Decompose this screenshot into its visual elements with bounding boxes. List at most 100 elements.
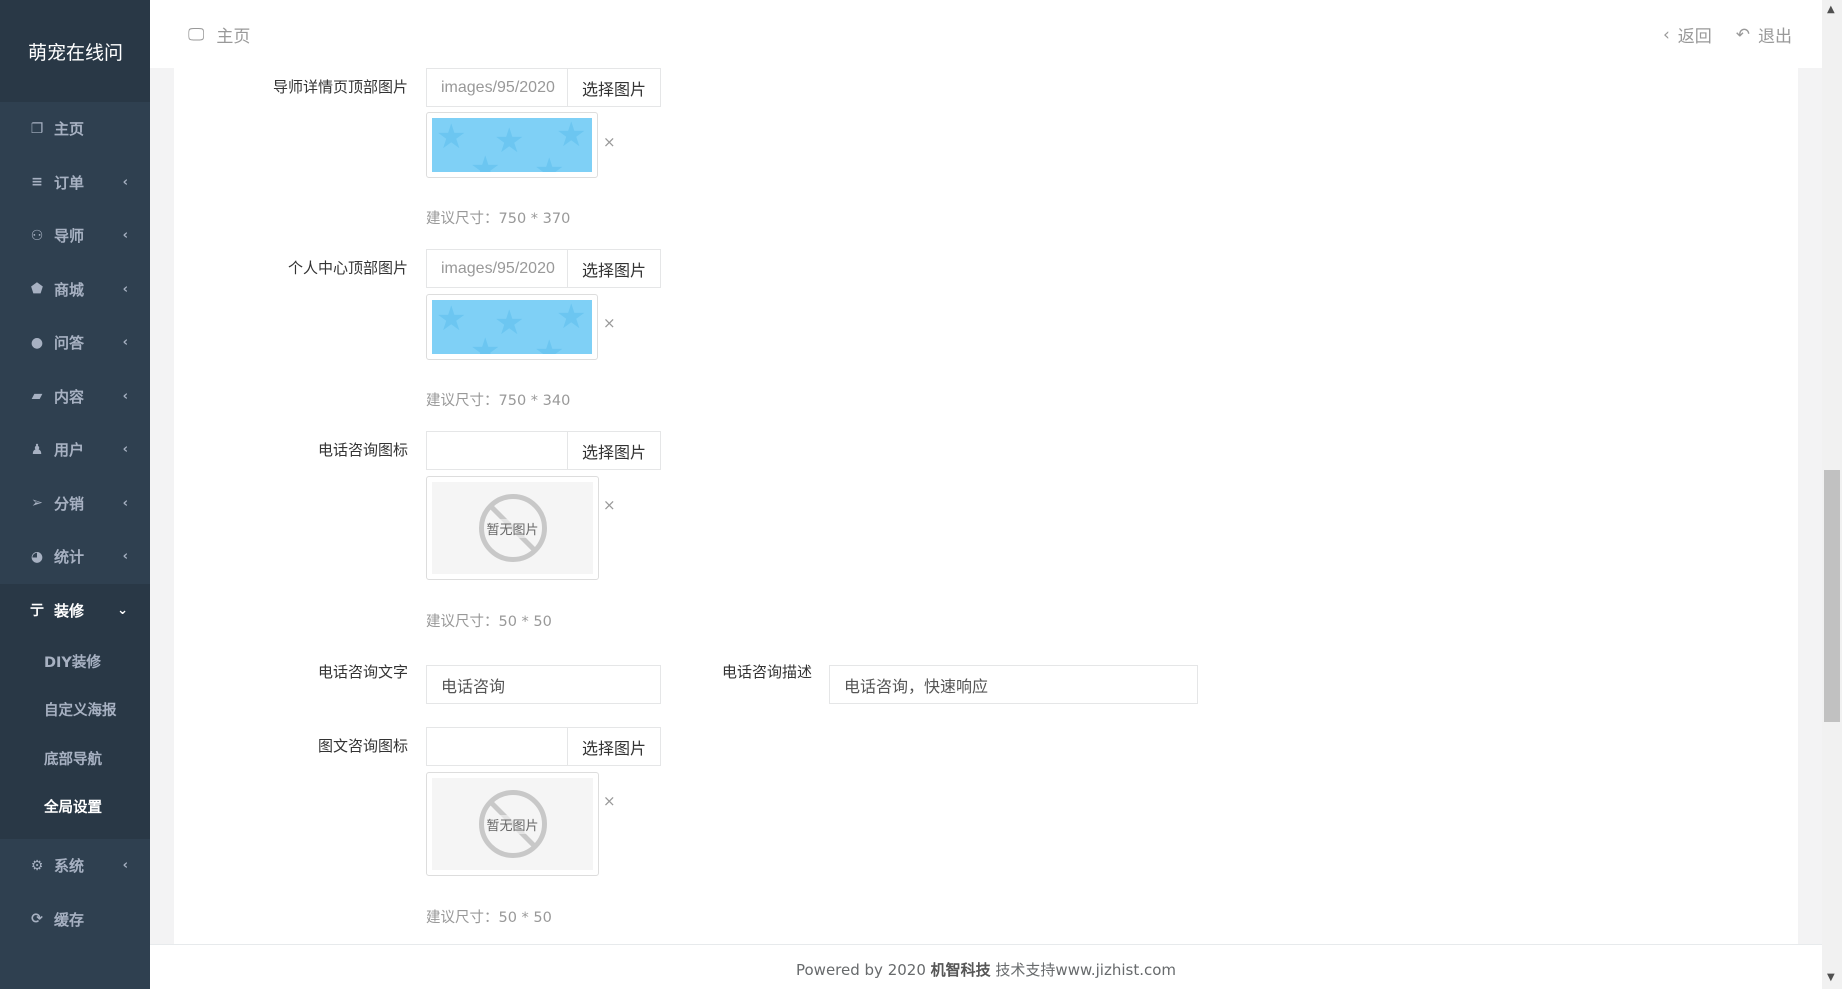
footer-company: 机智科技 xyxy=(930,961,991,979)
profile-header-label: 个人中心顶部图片 xyxy=(287,259,408,277)
sidebar-item-comment[interactable]: ● 问答 ‹ xyxy=(0,316,150,370)
settings-form: 导师详情页顶部图片 images/95/2020 选择图片 ★ ★ ★ ★ ★ × 建议… xyxy=(174,68,1798,944)
decoration-submenu: DIY装修 自定义海报 底部导航 全局设置 xyxy=(0,637,150,839)
sidebar-item-pie-chart[interactable]: ◕ 统计 ‹ xyxy=(0,530,150,584)
scrollbar-thumb[interactable] xyxy=(1824,470,1840,722)
sidebar-item-label: 导师 xyxy=(54,227,85,246)
logout-label: 退出 xyxy=(1758,27,1792,47)
chevron-left-icon: ‹ xyxy=(122,335,128,351)
profile-header-remove-icon[interactable]: × xyxy=(603,314,616,332)
profile-header-path-input[interactable]: images/95/2020 xyxy=(426,249,567,288)
phone-icon-input-group: 选择图片 xyxy=(426,431,661,470)
chevron-left-icon: ‹ xyxy=(1662,24,1670,45)
sidebar-item-label: 统计 xyxy=(54,548,85,567)
mentor-header-size-hint: 建议尺寸：750 * 370 xyxy=(426,211,571,227)
footer: Powered by 2020 机智科技 技术支持www.jizhist.com xyxy=(150,944,1822,989)
sidebar-item-label: 缓存 xyxy=(54,910,85,929)
chevron-left-icon: ‹ xyxy=(122,858,128,874)
sidebar-item-label: 商城 xyxy=(54,280,85,299)
phone-desc-input[interactable]: 电话咨询，快速响应 xyxy=(829,665,1198,704)
no-image-text: 暂无图片 xyxy=(486,518,539,538)
home-tab[interactable]: 🖵 主页 xyxy=(188,22,250,48)
phone-icon-label: 电话咨询图标 xyxy=(317,441,408,459)
sidebar-item-tags[interactable]: ⬟ 商城 ‹ xyxy=(0,263,150,317)
sidebar-item-label: 问答 xyxy=(54,334,85,353)
chevron-left-icon: ‹ xyxy=(122,549,128,565)
user-outline-icon: ⚇ xyxy=(30,227,44,244)
phone-icon-remove-icon[interactable]: × xyxy=(603,496,616,514)
profile-header-size-hint: 建议尺寸：750 * 340 xyxy=(426,393,571,409)
profile-header-preview: ★ ★ ★ ★ ★ xyxy=(426,294,598,360)
sub-item-bottom-nav[interactable]: 底部导航 xyxy=(0,734,150,783)
mentor-header-select-button[interactable]: 选择图片 xyxy=(567,68,661,107)
mentor-header-path-input[interactable]: images/95/2020 xyxy=(426,68,567,107)
chat-icon-select-button[interactable]: 选择图片 xyxy=(567,727,661,766)
brand-title: 萌宠在线问 xyxy=(0,0,150,102)
chat-icon-size-hint: 建议尺寸：50 * 50 xyxy=(426,910,552,926)
phone-icon-size-hint: 建议尺寸：50 * 50 xyxy=(426,614,552,630)
profile-header-input-group: images/95/2020 选择图片 xyxy=(426,249,661,288)
back-button[interactable]: ‹ 返回 xyxy=(1662,22,1712,48)
sidebar-item-paper-plane[interactable]: ➢ 分销 ‹ xyxy=(0,477,150,531)
sub-item-diy[interactable]: DIY装修 xyxy=(0,637,150,686)
sidebar-item-decoration[interactable]: 亍 装修 ⌄ xyxy=(0,583,150,637)
chat-icon-path-input[interactable] xyxy=(426,727,567,766)
sidebar-item-gear[interactable]: ⚙ 系统 ‹ xyxy=(0,839,150,893)
star-pattern-image: ★ ★ ★ ★ ★ xyxy=(432,300,592,354)
sidebar-item-copy[interactable]: ❐ 主页 xyxy=(0,102,150,156)
chat-icon-label: 图文咨询图标 xyxy=(317,737,408,755)
chat-icon-preview: 暂无图片 xyxy=(426,772,599,876)
mentor-header-input-group: images/95/2020 选择图片 xyxy=(426,68,661,107)
scroll-down-icon[interactable]: ▼ xyxy=(1827,972,1835,983)
chevron-left-icon: ‹ xyxy=(122,228,128,244)
decoration-icon: 亍 xyxy=(30,603,44,620)
back-label: 返回 xyxy=(1677,27,1712,47)
no-image-text: 暂无图片 xyxy=(486,814,539,834)
sidebar-item-label: 内容 xyxy=(54,387,85,406)
chevron-left-icon: ‹ xyxy=(122,174,128,190)
sidebar-item-book[interactable]: ▰ 内容 ‹ xyxy=(0,370,150,424)
sidebar-item-label: 主页 xyxy=(54,120,85,139)
profile-header-select-button[interactable]: 选择图片 xyxy=(567,249,661,288)
sidebar-item-label: 用户 xyxy=(54,441,85,460)
sidebar-item-refresh[interactable]: ⟳ 缓存 xyxy=(0,893,150,947)
sidebar-item-user[interactable]: ♟ 用户 ‹ xyxy=(0,423,150,477)
sidebar: 萌宠在线问 ❐ 主页 ≡ 订单 ‹ ⚇ 导师 ‹ ⬟ 商城 ‹ ● 问答 ‹ ▰ 内容 ‹ ♟ 用户 ‹ ➢ 分销 ‹ ◕ 统计… xyxy=(0,0,150,989)
gear-icon: ⚙ xyxy=(30,857,44,874)
book-icon: ▰ xyxy=(31,388,43,405)
chevron-left-icon: ‹ xyxy=(122,281,128,297)
star-pattern-image: ★ ★ ★ ★ ★ xyxy=(432,118,592,172)
list-icon: ≡ xyxy=(31,174,43,191)
mentor-header-preview: ★ ★ ★ ★ ★ xyxy=(426,112,598,178)
sidebar-item-user-outline[interactable]: ⚇ 导师 ‹ xyxy=(0,209,150,263)
footer-suffix: 技术支持www.jizhist.com xyxy=(990,961,1177,979)
chevron-left-icon: ‹ xyxy=(122,388,128,404)
mentor-header-remove-icon[interactable]: × xyxy=(603,133,616,151)
sidebar-item-label: 系统 xyxy=(54,857,85,876)
page-scrollbar[interactable]: ▲ ▼ xyxy=(1822,0,1842,989)
sidebar-item-label: 装修 xyxy=(54,601,85,620)
refresh-icon: ⟳ xyxy=(31,911,43,928)
sidebar-item-label: 订单 xyxy=(54,173,85,192)
tags-icon: ⬟ xyxy=(30,281,44,298)
sidebar-item-label: 分销 xyxy=(54,494,85,513)
phone-icon-preview: 暂无图片 xyxy=(426,476,599,580)
logout-button[interactable]: ↶ 退出 xyxy=(1736,22,1792,48)
mentor-header-label: 导师详情页顶部图片 xyxy=(272,78,408,96)
no-image-placeholder: 暂无图片 xyxy=(432,482,593,574)
monitor-icon: 🖵 xyxy=(188,24,205,45)
comment-icon: ● xyxy=(30,334,44,351)
footer-prefix: Powered by 2020 xyxy=(795,961,931,979)
phone-icon-path-input[interactable] xyxy=(426,431,567,470)
chat-icon-remove-icon[interactable]: × xyxy=(603,792,616,810)
phone-text-input[interactable]: 电话咨询 xyxy=(426,665,661,704)
sub-item-global-settings[interactable]: 全局设置 xyxy=(0,783,150,832)
chat-icon-input-group: 选择图片 xyxy=(426,727,661,766)
phone-icon-select-button[interactable]: 选择图片 xyxy=(567,431,661,470)
user-icon: ♟ xyxy=(30,441,44,458)
scroll-up-icon[interactable]: ▲ xyxy=(1827,4,1835,15)
sidebar-item-list[interactable]: ≡ 订单 ‹ xyxy=(0,156,150,210)
sub-item-poster[interactable]: 自定义海报 xyxy=(0,686,150,735)
chevron-left-icon: ‹ xyxy=(122,442,128,458)
pie-chart-icon: ◕ xyxy=(30,548,44,565)
